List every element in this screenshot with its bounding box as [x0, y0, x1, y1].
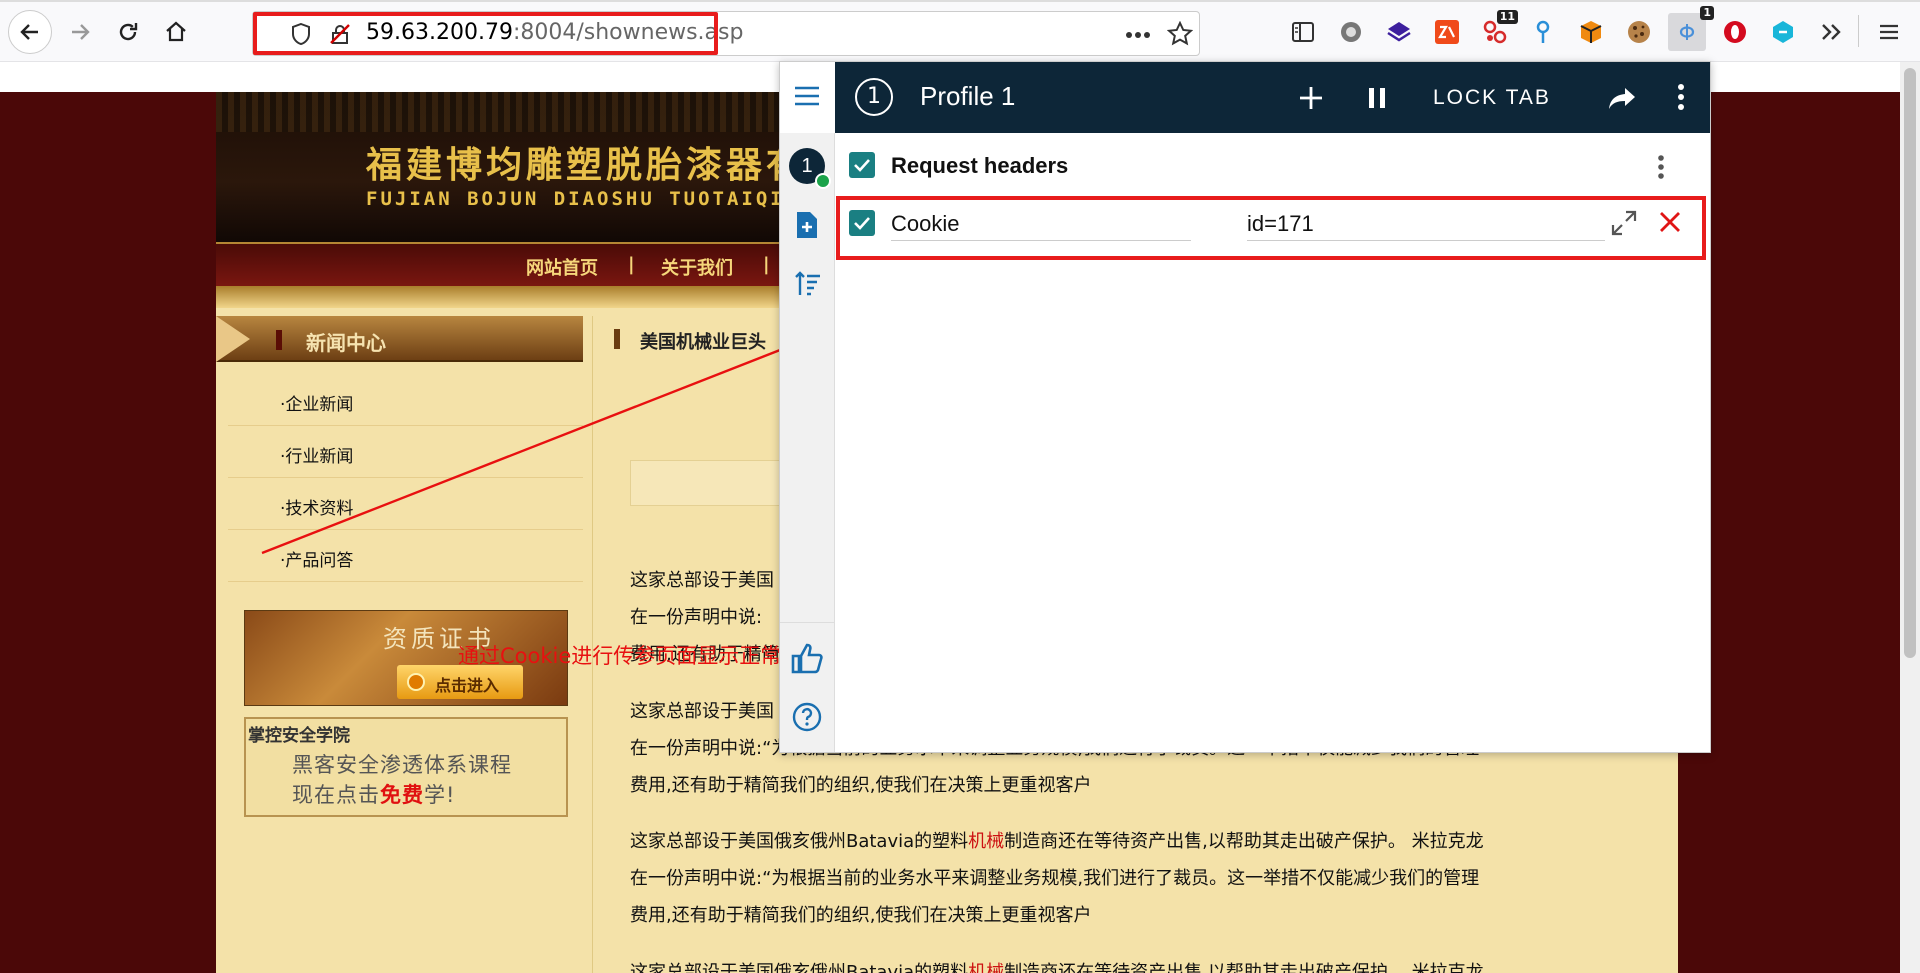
- sort-icon[interactable]: [794, 270, 822, 298]
- more-vert-icon[interactable]: [1677, 83, 1685, 111]
- check-icon: [854, 159, 870, 172]
- section-menu-icon[interactable]: [1657, 154, 1665, 180]
- pause-icon[interactable]: [1365, 86, 1389, 110]
- help-icon[interactable]: [792, 702, 822, 732]
- rail-divider: [780, 622, 835, 623]
- profile-avatar-number: 1: [801, 155, 813, 177]
- scrollbar-thumb[interactable]: [1904, 68, 1916, 658]
- profile-name[interactable]: Profile 1: [920, 81, 1015, 112]
- header-highlight-box: [836, 196, 1706, 260]
- plus-icon[interactable]: [1298, 85, 1324, 111]
- profile-number-badge: 1: [855, 78, 893, 116]
- modheader-popup: 1 1 Profile 1 LOCK TAB Request headers C…: [779, 61, 1711, 753]
- active-check-icon: [815, 173, 831, 189]
- thumbs-up-icon[interactable]: [790, 642, 824, 674]
- hamburger-icon[interactable]: [793, 84, 821, 108]
- add-file-icon[interactable]: [794, 210, 820, 240]
- lock-tab-button[interactable]: LOCK TAB: [1433, 86, 1551, 110]
- share-icon[interactable]: [1607, 85, 1637, 111]
- page-scrollbar[interactable]: [1900, 62, 1920, 973]
- popup-header: 1 Profile 1 LOCK TAB: [835, 62, 1710, 133]
- request-headers-checkbox[interactable]: [849, 152, 875, 178]
- popup-side-rail: 1: [780, 62, 835, 752]
- section-title: Request headers: [891, 153, 1069, 178]
